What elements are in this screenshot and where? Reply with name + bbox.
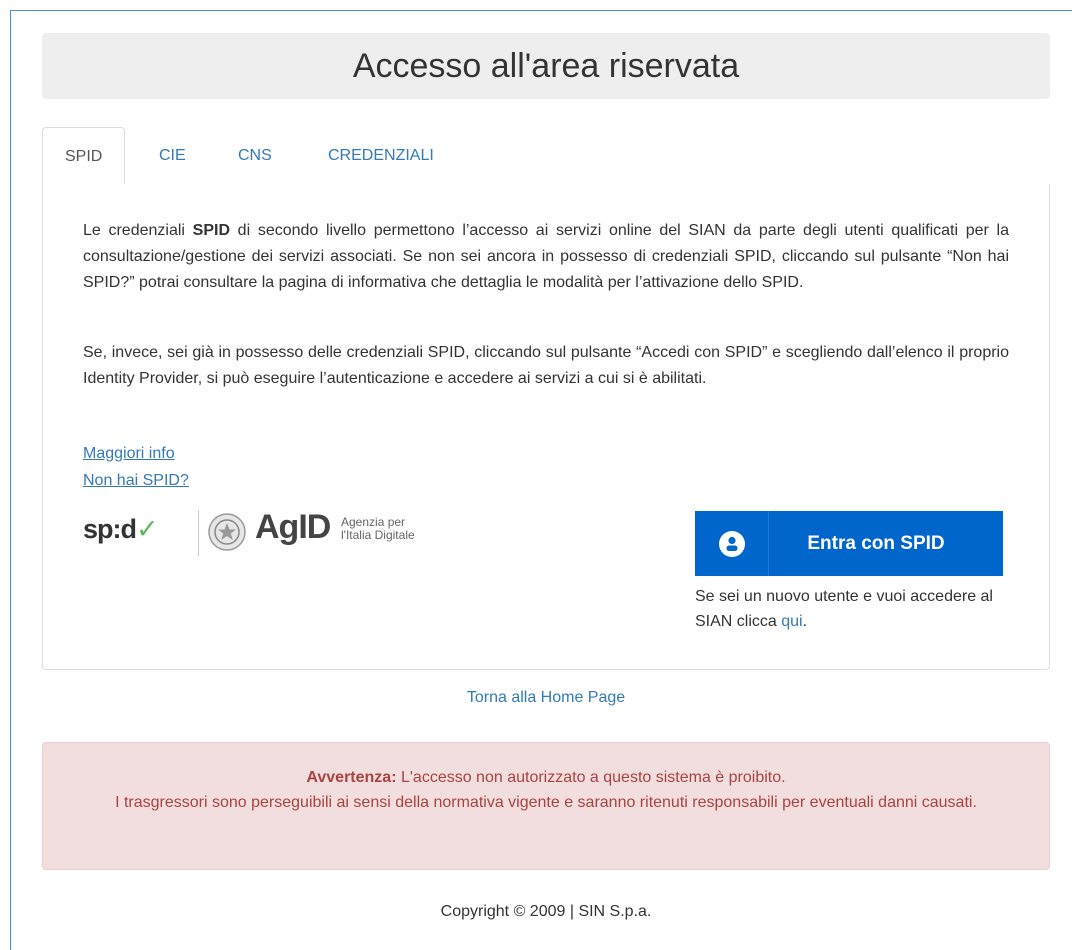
logo-divider bbox=[198, 510, 199, 556]
tab-spid[interactable]: SPID bbox=[42, 127, 126, 186]
agid-logo: AgID bbox=[255, 508, 331, 546]
logos-strip: sp:d✓ AgID Agenzia per l'Italia Digitale bbox=[83, 506, 463, 560]
page-title-text: Accesso all'area riservata bbox=[352, 46, 740, 85]
no-spid-link[interactable]: Non hai SPID? bbox=[83, 472, 189, 490]
page-title: Accesso all'area riservata bbox=[42, 33, 1050, 99]
spid-intro-paragraph: Le credenziali SPID di secondo livello p… bbox=[83, 222, 1010, 291]
tab-credenziali[interactable]: CREDENZIALI bbox=[328, 127, 434, 185]
spid-logo: sp:d✓ bbox=[83, 514, 159, 544]
copyright-text: Copyright © 2009 | SIN S.p.a. bbox=[440, 903, 652, 920]
alert-line-2: I trasgressori sono perseguibili ai sens… bbox=[115, 794, 977, 811]
home-page-link[interactable]: Torna alla Home Page bbox=[0, 689, 1072, 707]
agid-subtitle: Agenzia per l'Italia Digitale bbox=[341, 515, 415, 542]
warning-alert: Avvertenza: L'accesso non autorizzato a … bbox=[42, 742, 1050, 870]
tab-cie[interactable]: CIE bbox=[159, 127, 186, 185]
tab-cns[interactable]: CNS bbox=[238, 127, 272, 185]
spid-bold-label: SPID bbox=[192, 222, 230, 239]
new-user-text: Se sei un nuovo utente e vuoi accedere a… bbox=[695, 588, 993, 630]
alert-line-1: Avvertenza: L'accesso non autorizzato a … bbox=[306, 769, 786, 786]
spid-panel: Le credenziali SPID di secondo livello p… bbox=[42, 184, 1050, 670]
entra-con-spid-label: Entra con SPID bbox=[807, 532, 945, 554]
alert-title: Avvertenza: bbox=[306, 769, 397, 786]
user-icon-box bbox=[695, 511, 769, 576]
new-user-link[interactable]: qui bbox=[781, 613, 802, 630]
more-info-link[interactable]: Maggiori info bbox=[83, 445, 175, 463]
user-icon bbox=[718, 530, 745, 557]
auth-tabs: SPID CIE CNS CREDENZIALI bbox=[42, 127, 1050, 186]
italian-emblem-icon bbox=[208, 513, 246, 551]
entra-con-spid-button[interactable]: Entra con SPID bbox=[695, 511, 1003, 576]
spid-login-paragraph: Se, invece, sei già in possesso delle cr… bbox=[83, 344, 1009, 387]
